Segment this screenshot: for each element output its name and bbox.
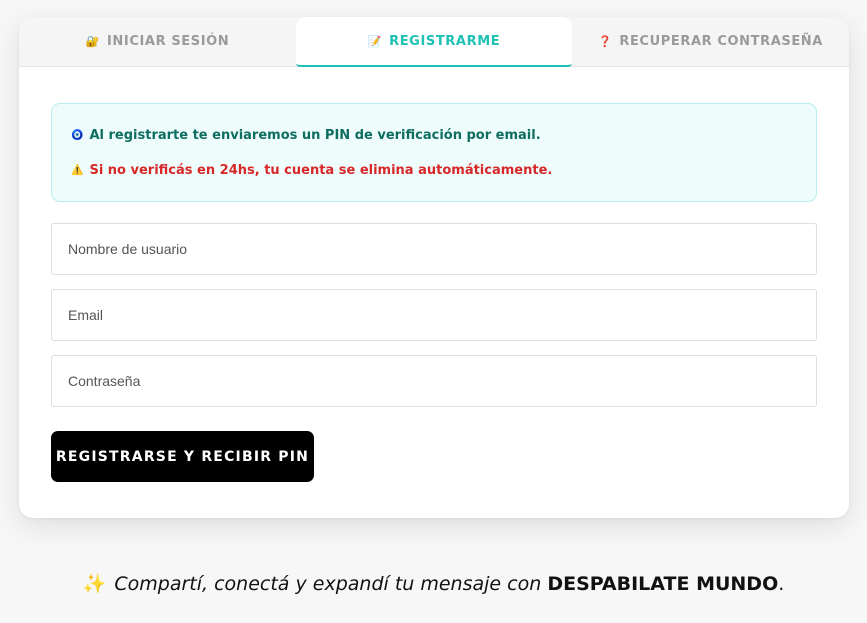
tab-register-label: REGISTRARME xyxy=(389,33,501,49)
nazar-amulet-icon: 🧿 xyxy=(71,130,84,141)
auth-card: 🔐 INICIAR SESIÓN 📝 REGISTRARME ❓ RECUPER… xyxy=(19,17,849,518)
tab-recover-password-label: RECUPERAR CONTRASEÑA xyxy=(619,34,823,49)
notice-warning-text: Si no verificás en 24hs, tu cuenta se el… xyxy=(89,163,553,178)
lock-with-key-icon: 🔐 xyxy=(85,35,100,48)
tab-login-label: INICIAR SESIÓN xyxy=(106,34,230,49)
register-submit-button[interactable]: REGISTRARSE Y RECIBIR PIN xyxy=(51,431,314,482)
question-mark-icon: ❓ xyxy=(598,35,613,48)
username-input[interactable] xyxy=(51,223,817,275)
warning-icon: ⚠️ xyxy=(71,165,84,176)
sparkles-icon: ✨ xyxy=(82,573,107,595)
footer-tagline: Compartí, conectá y expandí tu mensaje c… xyxy=(114,573,542,595)
email-input[interactable] xyxy=(51,289,817,341)
verification-notice: 🧿 Al registrarte te enviaremos un PIN de… xyxy=(51,103,817,202)
footer-period: . xyxy=(778,573,785,595)
tab-recover-password[interactable]: ❓ RECUPERAR CONTRASEÑA xyxy=(572,17,849,66)
tab-register[interactable]: 📝 REGISTRARME xyxy=(296,17,572,67)
memo-icon: 📝 xyxy=(367,34,383,48)
auth-tabs: 🔐 INICIAR SESIÓN 📝 REGISTRARME ❓ RECUPER… xyxy=(19,17,849,67)
password-input[interactable] xyxy=(51,355,817,407)
footer-brand: DESPABILATE MUNDO xyxy=(547,573,779,595)
notice-info-text: Al registrarte te enviaremos un PIN de v… xyxy=(89,128,541,143)
notice-warning-line: ⚠️ Si no verificás en 24hs, tu cuenta se… xyxy=(71,163,552,178)
notice-info-line: 🧿 Al registrarte te enviaremos un PIN de… xyxy=(71,128,541,143)
footer-slogan: ✨ Compartí, conectá y expandí tu mensaje … xyxy=(0,572,867,595)
tab-login[interactable]: 🔐 INICIAR SESIÓN xyxy=(19,17,296,66)
